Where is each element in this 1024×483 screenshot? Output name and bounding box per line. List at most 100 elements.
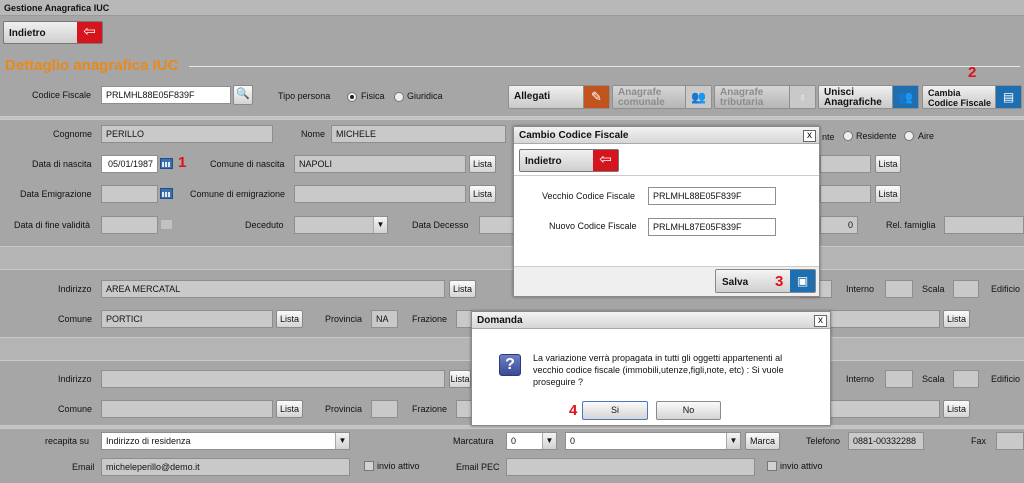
no-button[interactable]: No [656,401,721,420]
data-decesso-label: Data Decesso [412,220,469,230]
emigrazione-label: Data Emigrazione [20,189,92,199]
radio-aire[interactable] [904,131,914,141]
unisci-anagrafiche-button[interactable]: Unisci Anagrafiche 👥 [818,85,919,109]
email-label: Email [72,462,95,472]
cf-input[interactable]: PRLMHL88E05F839F [101,86,231,104]
domanda-message: La variazione verrà propagata in tutti g… [533,353,784,387]
lista-button-right-comune-2[interactable]: Lista [943,400,970,418]
comune-2-label: Comune [58,404,93,414]
yes-button[interactable]: Si [582,401,648,420]
emigrazione-input[interactable] [101,185,158,203]
right-input-comune[interactable] [830,310,940,328]
salva-button[interactable]: Salva ▣ [715,269,816,293]
old-cf-input[interactable]: PRLMHL88E05F839F [648,187,776,205]
anagrafe-tributaria-button[interactable]: Anagrafe tributaria ♁ [714,85,816,109]
radio-giuridica[interactable] [394,92,404,102]
salva-label: Salva [722,277,749,288]
comune-2-input[interactable] [101,400,273,418]
section-title: Dettaglio anagrafica IUC [5,57,1020,75]
scala-2-input[interactable] [953,370,979,388]
lista-button-indirizzo[interactable]: Lista [449,280,476,298]
lista-button-emigrazione[interactable]: Lista [469,185,496,203]
cf-label: Codice Fiscale [32,90,92,100]
lista-button-comune[interactable]: Lista [276,310,303,328]
indirizzo-label: Indirizzo [58,284,92,294]
comune-input[interactable]: PORTICI [101,310,273,328]
lista-button-right-1[interactable]: Lista [875,155,901,173]
indirizzo-input[interactable]: AREA MERCATAL [101,280,445,298]
interno-input[interactable] [885,280,913,298]
cognome-input[interactable]: PERILLO [101,125,273,143]
marker-4: 4 [569,402,578,419]
right-input-comune-2[interactable] [830,400,940,418]
marcatura-select-1[interactable]: 0 ▼ [506,432,557,450]
marker-3: 3 [775,273,784,290]
paperclip-icon: ✎ [583,86,609,108]
provincia-label: Provincia [325,314,363,324]
pec-input[interactable] [506,458,755,476]
unisci-label-2: Anagrafiche [824,97,882,108]
provincia-input[interactable]: NA [371,310,398,328]
lista-button-indirizzo-2[interactable]: Lista [449,370,471,388]
fax-input[interactable] [996,432,1024,450]
radio-fisica[interactable] [347,92,357,102]
marcatura-select-2[interactable]: 0 ▼ [565,432,741,450]
interno-2-label: Interno [846,374,875,384]
radio-aire-label: Aire [918,131,935,141]
provincia-2-input[interactable] [371,400,398,418]
nome-label: Nome [301,129,326,139]
recapita-select[interactable]: Indirizzo di residenza ▼ [101,432,350,450]
window-title: Gestione Anagrafica IUC [4,3,110,13]
magnifier-icon: 🔍 [236,88,250,100]
anagrafe-comunale-label-2: comunale [618,97,665,108]
rel-value-input[interactable]: 0 [820,216,858,234]
telefono-input[interactable]: 0881-00332288 [848,432,924,450]
chevron-down-icon: ▼ [335,433,349,449]
fine-validita-input[interactable] [101,216,158,234]
comune-nascita-input[interactable]: NAPOLI [294,155,466,173]
calendar-icon[interactable] [160,158,173,169]
telefono-label: Telefono [806,436,841,446]
nome-input[interactable]: MICHELE [331,125,506,143]
marca-button[interactable]: Marca [745,432,780,450]
frazione-2-input[interactable] [456,400,472,418]
fax-label: Fax [971,436,987,446]
close-icon[interactable]: x [803,130,816,142]
nascita-input[interactable]: 05/01/1987 [101,155,158,173]
interno-2-input[interactable] [885,370,913,388]
invio-attivo-checkbox[interactable] [364,461,374,471]
indirizzo-2-label: Indirizzo [58,374,92,384]
rel-famiglia-input[interactable] [944,216,1024,234]
cf-search-button[interactable]: 🔍 [233,85,253,105]
domanda-dialog-title: Domanda [477,315,523,326]
frazione-input[interactable] [456,310,472,328]
back-button[interactable]: Indietro ⇦ [3,21,103,44]
allegati-button[interactable]: Allegati ✎ [508,85,610,109]
interno-label: Interno [846,284,875,294]
cambio-cf-rule [514,175,819,176]
right-input-emigrazione[interactable] [820,185,871,203]
deceduto-select[interactable]: ▼ [294,216,388,234]
nascita-label: Data di nascita [32,159,92,169]
radio-residente[interactable] [843,131,853,141]
cambia-codice-fiscale-button[interactable]: Cambia Codice Fiscale ▤ [922,85,1022,109]
cambio-cf-back-button[interactable]: Indietro ⇦ [519,149,619,172]
email-input[interactable]: micheleperillo@demo.it [101,458,350,476]
indirizzo-2-input[interactable] [101,370,445,388]
lista-button-right-2[interactable]: Lista [875,185,901,203]
calendar-icon[interactable] [160,188,173,199]
right-input-nascita[interactable] [820,155,871,173]
radio-residente-label: Residente [856,131,897,141]
new-cf-input[interactable]: PRLMHL87E05F839F [648,218,776,236]
frazione-label: Frazione [412,314,448,324]
domanda-dialog: Domanda x ? La variazione verrà propagat… [471,311,831,426]
comune-emigrazione-input[interactable] [294,185,466,203]
lista-button-comune-2[interactable]: Lista [276,400,303,418]
close-icon[interactable]: x [814,315,827,327]
lista-button-right-comune[interactable]: Lista [943,310,970,328]
lista-button-nascita[interactable]: Lista [469,155,496,173]
scala-input[interactable] [953,280,979,298]
anagrafe-comunale-button[interactable]: Anagrafe comunale 👥 [612,85,712,109]
invio-attivo-pec-checkbox[interactable] [767,461,777,471]
cambio-cf-dialog-title: Cambio Codice Fiscale [519,130,629,141]
